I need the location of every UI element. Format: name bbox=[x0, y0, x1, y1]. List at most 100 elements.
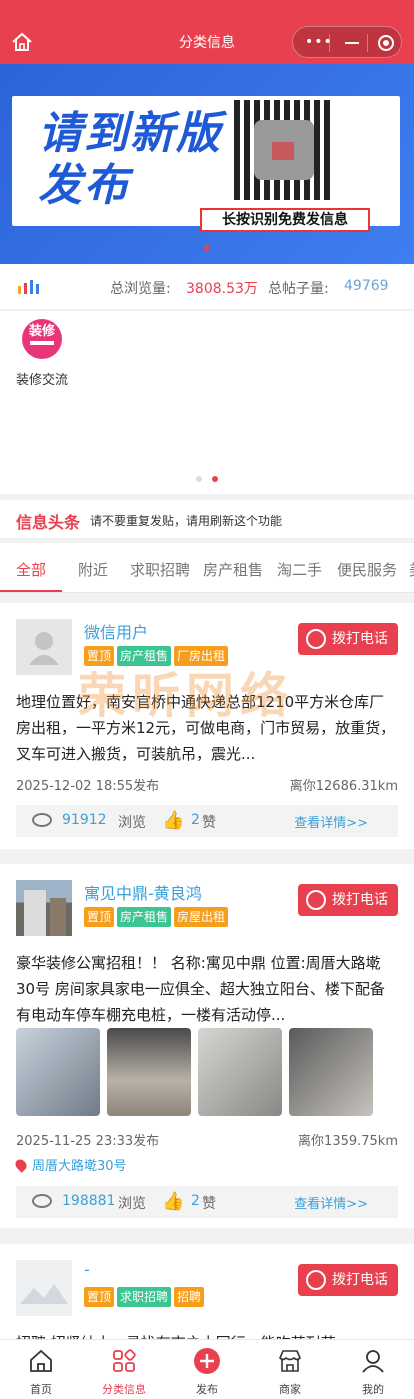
user-icon bbox=[362, 1350, 384, 1373]
category-label: 装修交流 bbox=[15, 373, 68, 388]
tab-shops[interactable]: 商家 bbox=[249, 1340, 331, 1399]
banner-carousel[interactable]: 请到新版 发布 长按识别免费发信息 bbox=[0, 64, 414, 264]
view-label: 浏览 bbox=[118, 815, 146, 831]
posts-value: 49769 bbox=[344, 278, 389, 294]
home-icon bbox=[30, 1349, 52, 1372]
view-details-link[interactable]: 查看详情>> bbox=[294, 1193, 368, 1212]
tab-jobs[interactable]: 求职招聘 bbox=[130, 559, 190, 580]
page-indicator-dot bbox=[196, 476, 202, 482]
post-date: 2025-12-02 18:55发布 bbox=[16, 779, 160, 794]
post-card[interactable]: 寓见中鼎-黄良鸿 置顶 房产租售 房屋出租 拨打电话 豪华装修公寓招租！！ 名称:寓… bbox=[0, 864, 414, 1228]
eye-icon bbox=[32, 813, 52, 827]
location-pin-icon bbox=[13, 1157, 29, 1173]
poster-name[interactable]: 寓见中鼎-黄良鸿 bbox=[84, 880, 202, 904]
carousel-indicator bbox=[204, 245, 210, 251]
avatar bbox=[16, 1260, 72, 1316]
post-photo[interactable] bbox=[198, 1028, 282, 1116]
post-distance: 离你12686.31km bbox=[289, 779, 398, 794]
poster-name[interactable]: - bbox=[84, 1260, 90, 1279]
post-photo[interactable] bbox=[289, 1028, 373, 1116]
tab-label: 分类信息 bbox=[102, 1383, 146, 1396]
notice-text: 请不要重复发贴，请用刷新这个功能 bbox=[90, 514, 283, 528]
view-details-link[interactable]: 查看详情>> bbox=[294, 812, 368, 831]
like-label: 赞 bbox=[202, 815, 216, 831]
tab-all[interactable]: 全部 bbox=[16, 559, 46, 580]
call-button-label: 拨打电话 bbox=[332, 892, 388, 908]
call-button[interactable]: 拨打电话 bbox=[298, 884, 398, 916]
post-distance: 离你1359.75km bbox=[298, 1134, 398, 1149]
view-label: 浏览 bbox=[118, 1196, 146, 1212]
view-count: 91912 bbox=[62, 812, 107, 828]
banner-line-2: 发布 bbox=[38, 160, 130, 211]
notice-heading: 信息头条 bbox=[16, 513, 81, 532]
stats-bar-icon bbox=[18, 280, 39, 294]
minimize-icon[interactable] bbox=[345, 42, 359, 44]
tab-categories[interactable]: 分类信息 bbox=[83, 1340, 165, 1399]
qr-code-icon bbox=[234, 100, 334, 200]
thumbs-up-icon[interactable]: 👍 bbox=[162, 1191, 184, 1212]
page: 分类信息 ••• 请到新版 发布 长按识别免费发信息 总浏览量: 3808.53… bbox=[0, 0, 414, 1399]
post-date: 2025-11-25 23:33发布 bbox=[16, 1134, 160, 1149]
post-photos bbox=[16, 1028, 398, 1116]
post-card[interactable]: - 置顶求职招聘招聘 拨打电话 招聘 招贤纳士，寻找有志之士同行，能吃苦耐劳 bbox=[0, 1244, 414, 1352]
post-photo[interactable] bbox=[16, 1028, 100, 1116]
post-content[interactable]: 豪华装修公寓招租！！ 名称:寓见中鼎 位置:周厝大路墘30号 房间家具家电一应俱… bbox=[16, 950, 398, 1028]
call-button-label: 拨打电话 bbox=[332, 631, 388, 647]
capsule-divider bbox=[329, 34, 330, 52]
tab-publish[interactable]: 发布 bbox=[166, 1340, 248, 1399]
call-button-label: 拨打电话 bbox=[332, 1272, 388, 1288]
bottom-tab-bar: 首页 分类信息 发布 商家 我的 bbox=[0, 1339, 414, 1399]
category-tabs: 全部 附近 求职招聘 房产租售 淘二手 便民服务 美 bbox=[0, 543, 414, 593]
thumbs-up-icon[interactable]: 👍 bbox=[162, 810, 184, 831]
like-count: 2 bbox=[191, 812, 200, 828]
page-indicator-dot-active bbox=[212, 476, 218, 482]
tab-label: 发布 bbox=[196, 1383, 218, 1396]
posts-label: 总帖子量: bbox=[268, 281, 329, 297]
post-stats-bar: 91912 浏览 👍 2 赞 查看详情>> bbox=[16, 805, 398, 837]
post-address[interactable]: 周厝大路墘30号 bbox=[13, 1155, 127, 1174]
tag-pinned: 置顶 bbox=[84, 907, 115, 927]
eye-icon bbox=[32, 1194, 52, 1208]
close-icon[interactable] bbox=[378, 35, 394, 51]
tag-category: 房产租售 bbox=[117, 907, 172, 927]
views-value: 3808.53万 bbox=[186, 281, 258, 297]
tab-real-estate[interactable]: 房产租售 bbox=[203, 559, 263, 580]
tab-label: 商家 bbox=[279, 1383, 301, 1396]
banner-headline: 请到新版 发布 bbox=[38, 108, 222, 212]
qr-center bbox=[272, 142, 294, 160]
tab-second-hand[interactable]: 淘二手 bbox=[277, 559, 322, 580]
post-tags: 置顶 房产租售 房屋出租 bbox=[84, 906, 231, 928]
active-tab-indicator bbox=[0, 590, 62, 592]
like-label: 赞 bbox=[202, 1196, 216, 1212]
category-grid: 装修 装修交流 bbox=[0, 311, 414, 494]
tab-nearby[interactable]: 附近 bbox=[78, 559, 108, 580]
capsule-divider bbox=[367, 34, 368, 52]
tag-subcategory: 招聘 bbox=[174, 1287, 205, 1307]
category-item-decoration[interactable]: 装修 装修交流 bbox=[10, 319, 74, 388]
view-count: 198881 bbox=[62, 1193, 116, 1209]
poster-name[interactable]: 微信用户 bbox=[84, 619, 148, 643]
default-avatar-icon bbox=[29, 632, 59, 665]
address-text: 周厝大路墘30号 bbox=[32, 1159, 127, 1174]
phone-icon bbox=[306, 629, 326, 649]
avatar bbox=[16, 619, 72, 675]
call-button[interactable]: 拨打电话 bbox=[298, 1264, 398, 1296]
tag-subcategory: 房屋出租 bbox=[174, 907, 229, 927]
post-photo[interactable] bbox=[107, 1028, 191, 1116]
post-stats-bar: 198881 浏览 👍 2 赞 查看详情>> bbox=[16, 1186, 398, 1218]
tab-home[interactable]: 首页 bbox=[0, 1340, 82, 1399]
miniprogram-capsule: ••• bbox=[292, 26, 402, 58]
banner-line-1: 请到新版 bbox=[38, 108, 222, 159]
watermark: 荣昕网络 bbox=[78, 668, 295, 724]
post-tags: 置顶 求职招聘 招聘 bbox=[84, 1286, 207, 1308]
tab-more[interactable]: 美 bbox=[409, 559, 414, 580]
banner-card: 请到新版 发布 长按识别免费发信息 bbox=[12, 96, 400, 232]
views-label: 总浏览量: bbox=[110, 281, 171, 297]
call-button[interactable]: 拨打电话 bbox=[298, 623, 398, 655]
tab-label: 首页 bbox=[30, 1383, 52, 1396]
top-bar: 分类信息 ••• bbox=[0, 0, 414, 64]
post-card[interactable]: 微信用户 置顶 房产租售 厂房出租 拨打电话 地理位置好，南安官桥中通快递总部121… bbox=[0, 603, 414, 849]
tab-services[interactable]: 便民服务 bbox=[337, 559, 397, 580]
tab-profile[interactable]: 我的 bbox=[332, 1340, 414, 1399]
headline-notice: 信息头条 请不要重复发贴，请用刷新这个功能 bbox=[0, 500, 414, 538]
